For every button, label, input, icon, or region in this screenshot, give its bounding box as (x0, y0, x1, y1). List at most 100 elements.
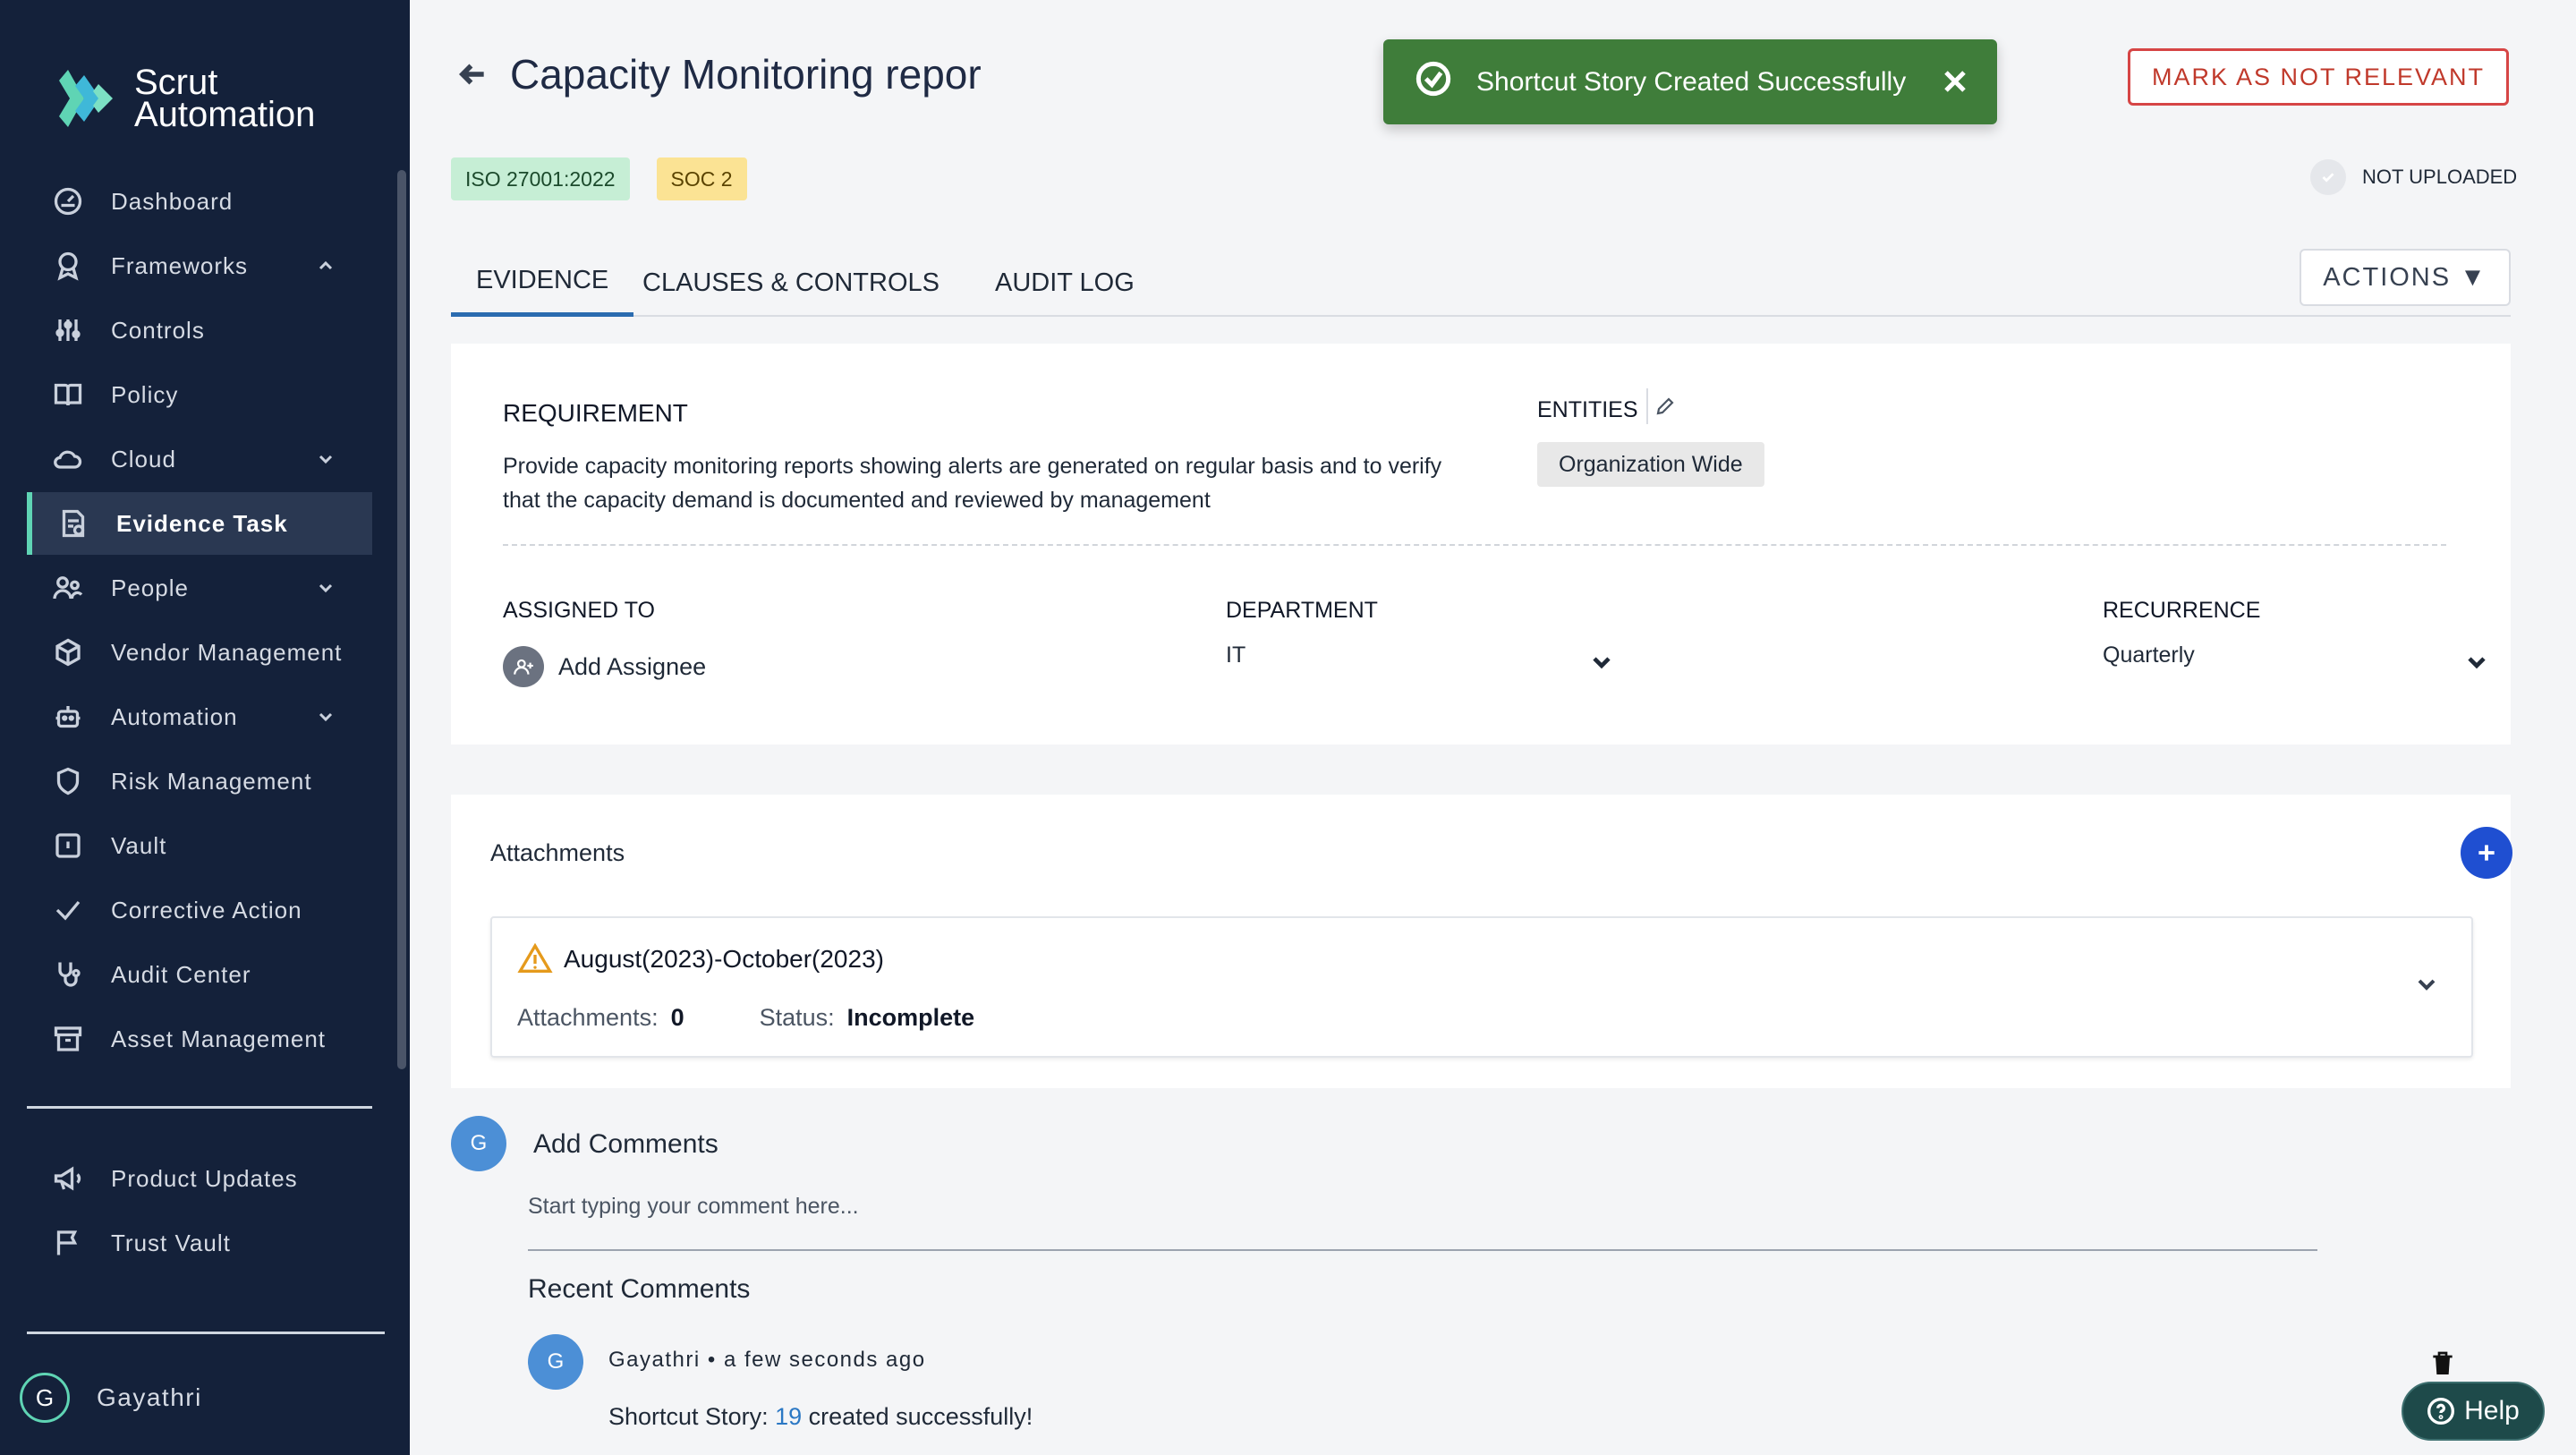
avatar: G (20, 1373, 70, 1423)
tab-evidence[interactable]: EVIDENCE (451, 249, 634, 317)
tag-iso: ISO 27001:2022 (451, 157, 630, 200)
pencil-icon[interactable] (1646, 388, 1682, 424)
attachments-count-label: Attachments: (517, 1004, 659, 1031)
trash-icon[interactable] (2428, 1348, 2457, 1380)
recurrence-label: RECURRENCE (2103, 598, 2261, 623)
sidebar-item-trust-vault[interactable]: Trust Vault (27, 1212, 372, 1274)
close-icon[interactable] (1942, 68, 1968, 95)
add-attachment-button[interactable] (2461, 827, 2512, 879)
sidebar-item-dashboard[interactable]: Dashboard (27, 170, 372, 233)
check-icon (50, 892, 86, 928)
sidebar-divider (27, 1332, 385, 1334)
department-select[interactable]: IT (1226, 642, 1245, 668)
sidebar-item-audit-center[interactable]: Audit Center (27, 943, 372, 1006)
add-assignee-label: Add Assignee (558, 652, 707, 680)
chevron-down-icon[interactable] (2462, 648, 2491, 676)
story-link[interactable]: 19 (775, 1403, 802, 1430)
add-user-icon (503, 646, 544, 687)
tab-clauses-controls[interactable]: CLAUSES & CONTROLS (642, 249, 939, 317)
sidebar-divider (27, 1106, 372, 1109)
caret-down-icon: ▼ (2460, 262, 2487, 292)
sidebar-item-cloud[interactable]: Cloud (27, 428, 372, 490)
actions-label: ACTIONS (2323, 262, 2452, 292)
recent-comments-title: Recent Comments (528, 1274, 751, 1304)
attachment-period[interactable]: August(2023)-October(2023) Attachments: … (490, 916, 2473, 1058)
comment-input[interactable]: Start typing your comment here... (528, 1179, 2317, 1251)
actions-button[interactable]: ACTIONS ▼ (2300, 249, 2511, 306)
user-profile[interactable]: G Gayathri (20, 1373, 202, 1423)
sidebar-item-label: Cloud (111, 445, 176, 472)
attachments-count-value: 0 (670, 1004, 684, 1031)
recurrence-select[interactable]: Quarterly (2103, 642, 2195, 668)
sidebar-item-label: Controls (111, 316, 205, 344)
chevron-up-icon[interactable] (315, 255, 336, 277)
people-icon (50, 570, 86, 606)
toast-message: Shortcut Story Created Successfully (1476, 66, 1907, 97)
sidebar-item-product-updates[interactable]: Product Updates (27, 1147, 372, 1210)
department-label: DEPARTMENT (1226, 598, 1378, 623)
sidebar-item-label: Product Updates (111, 1164, 298, 1192)
sidebar-item-label: Vault (111, 831, 167, 859)
user-name: Gayathri (97, 1383, 202, 1411)
chevron-down-icon[interactable] (315, 706, 336, 728)
status-value: Incomplete (846, 1004, 975, 1031)
help-button[interactable]: Help (2402, 1382, 2545, 1441)
period-meta: Attachments: 0 Status: Incomplete (517, 1004, 974, 1032)
mark-not-relevant-button[interactable]: MARK AS NOT RELEVANT (2128, 48, 2509, 106)
sidebar-item-label: Trust Vault (111, 1229, 231, 1256)
sidebar-item-vendor-management[interactable]: Vendor Management (27, 621, 372, 684)
chevron-down-icon[interactable] (315, 448, 336, 470)
tag-soc2: SOC 2 (656, 157, 747, 200)
sidebar-scrollbar[interactable] (397, 170, 406, 1069)
check-circle-icon (2310, 159, 2346, 195)
chevron-down-icon[interactable] (1587, 648, 1616, 676)
sidebar-nav: Dashboard Frameworks Controls Policy Clo… (27, 170, 372, 1072)
chevron-down-icon[interactable] (2412, 970, 2441, 999)
sidebar-item-label: Audit Center (111, 960, 251, 988)
period-name: August(2023)-October(2023) (564, 945, 884, 973)
sidebar-item-people[interactable]: People (27, 557, 372, 619)
add-assignee-button[interactable]: Add Assignee (503, 646, 706, 687)
sidebar-item-label: Risk Management (111, 767, 312, 795)
vendor-icon (50, 634, 86, 670)
comment-text: Shortcut Story: 19 created successfully! (608, 1403, 1033, 1431)
sidebar-item-risk-management[interactable]: Risk Management (27, 750, 372, 813)
sidebar-item-evidence-task[interactable]: Evidence Task (27, 492, 372, 555)
sidebar-item-corrective-action[interactable]: Corrective Action (27, 879, 372, 941)
chevron-down-icon[interactable] (315, 577, 336, 599)
upload-status-text: NOT UPLOADED (2362, 166, 2518, 188)
sidebar-item-automation[interactable]: Automation (27, 685, 372, 748)
sidebar-item-policy[interactable]: Policy (27, 363, 372, 426)
attachments-card: Attachments August(2023)-October(2023) A… (451, 795, 2512, 1088)
success-toast: Shortcut Story Created Successfully (1383, 39, 1997, 124)
sidebar-item-label: Automation (111, 702, 238, 730)
avatar: G (451, 1116, 506, 1171)
sidebar-item-frameworks[interactable]: Frameworks (27, 234, 372, 297)
back-arrow-icon[interactable] (453, 55, 492, 94)
scrut-logo-icon (59, 70, 113, 127)
shield-icon (50, 763, 86, 799)
upload-status: NOT UPLOADED (2310, 159, 2517, 195)
sidebar-item-controls[interactable]: Controls (27, 299, 372, 362)
sidebar-item-asset-management[interactable]: Asset Management (27, 1008, 372, 1070)
policy-icon (50, 377, 86, 413)
entity-chip: Organization Wide (1537, 442, 1764, 487)
cloud-icon (50, 441, 86, 477)
stethoscope-icon (50, 957, 86, 992)
sidebar: Scrut Automation Dashboard Frameworks Co… (0, 0, 410, 1455)
sidebar-item-label: Dashboard (111, 187, 234, 215)
tab-bar: EVIDENCE CLAUSES & CONTROLS AUDIT LOG (451, 249, 2511, 317)
brand-line-2: Automation (134, 95, 316, 134)
tab-audit-log[interactable]: AUDIT LOG (995, 249, 1135, 317)
vault-icon (50, 828, 86, 864)
evidence-task-icon (55, 506, 91, 541)
dashboard-icon (50, 183, 86, 219)
entities-title: ENTITIES (1537, 397, 1638, 422)
archive-icon (50, 1021, 86, 1057)
sidebar-item-vault[interactable]: Vault (27, 814, 372, 877)
requirement-text: Provide capacity monitoring reports show… (503, 454, 1442, 513)
attachments-title: Attachments (490, 839, 625, 866)
warning-icon (517, 941, 553, 977)
brand[interactable]: Scrut Automation (48, 63, 315, 134)
page-title: Capacity Monitoring repor (510, 51, 982, 98)
